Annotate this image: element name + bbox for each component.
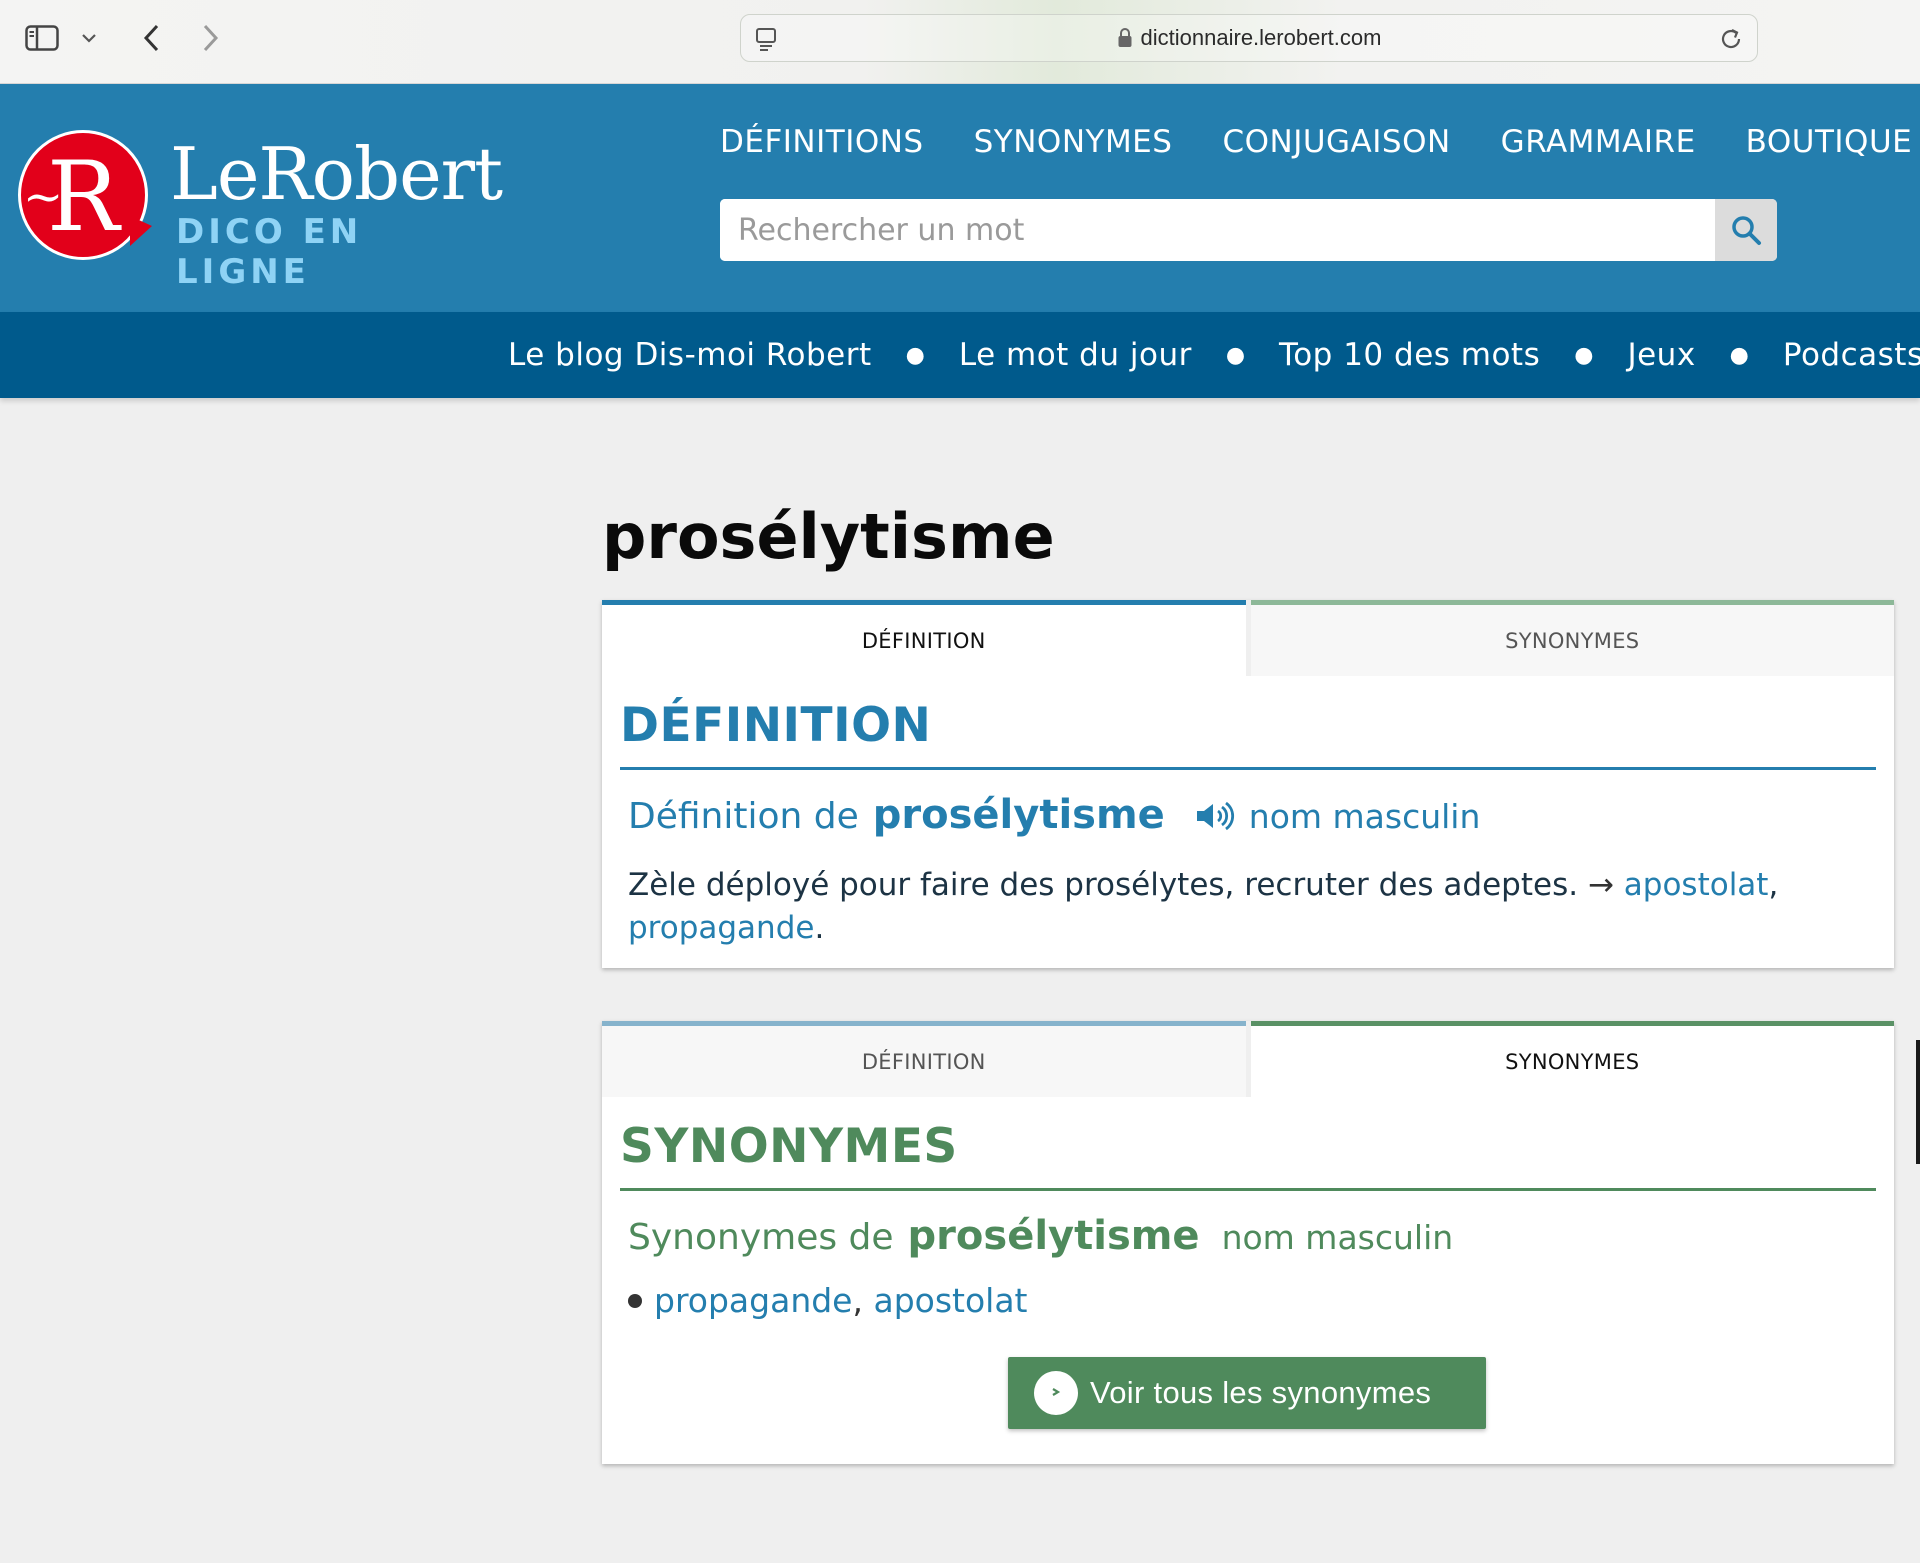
synonyms-word: prosélytisme [907, 1213, 1200, 1259]
search-input[interactable] [720, 199, 1715, 261]
chevron-right-icon [203, 24, 219, 52]
tab-group-menu-button[interactable] [78, 22, 100, 54]
list-bullet [628, 1293, 642, 1308]
speaker-icon[interactable] [1195, 800, 1235, 836]
main-nav: DÉFINITIONS SYNONYMES CONJUGAISON GRAMMA… [720, 124, 1912, 160]
definition-entry-line: Définition de prosélytisme nom masculin [628, 792, 1894, 838]
page-title: prosélytisme [602, 500, 1055, 573]
definition-end: . [814, 910, 825, 946]
see-also-arrow: → [1587, 867, 1614, 903]
back-button[interactable] [136, 22, 166, 54]
url-text: dictionnaire.lerobert.com [1140, 25, 1382, 50]
logo-badge: ~ R [18, 130, 148, 260]
tab-definition[interactable]: DÉFINITION [602, 1021, 1246, 1097]
le-robert-logo[interactable]: ~ R LeRobert DICO EN LIGNE [18, 130, 503, 292]
nav-conjugaison[interactable]: CONJUGAISON [1222, 124, 1450, 160]
subnav-separator: ● [1574, 342, 1594, 368]
link-apostolat[interactable]: apostolat [1624, 867, 1769, 903]
synonyms-list: propagande, apostolat [628, 1281, 1894, 1320]
definition-part-of-speech: nom masculin [1248, 797, 1481, 836]
scroll-edge-widget [1916, 1040, 1920, 1164]
sidebar-toggle-button[interactable] [24, 22, 60, 54]
site-header: ~ R LeRobert DICO EN LIGNE DÉFINITIONS S… [0, 84, 1920, 312]
chevron-down-icon [82, 34, 96, 43]
sidebar-icon [25, 25, 59, 51]
subnav-separator: ● [1225, 342, 1246, 368]
subnav-separator: ● [1729, 342, 1749, 368]
definition-text: Zèle déployé pour faire des prosélytes, … [628, 864, 1854, 950]
nav-boutique[interactable]: BOUTIQUE [1746, 124, 1913, 160]
subnav-blog[interactable]: Le blog Dis-moi Robert [508, 337, 872, 373]
logo-letter: R [47, 141, 120, 253]
address-bar[interactable]: dictionnaire.lerobert.com [740, 14, 1758, 62]
search-button[interactable] [1715, 199, 1777, 261]
lock-icon [1118, 28, 1132, 47]
search-icon [1732, 216, 1761, 245]
secondary-nav: Le blog Dis-moi Robert ● Le mot du jour … [0, 312, 1920, 398]
tab-synonymes[interactable]: SYNONYMES [1250, 600, 1894, 676]
synonyms-heading: SYNONYMES [620, 1119, 1876, 1191]
browser-toolbar: dictionnaire.lerobert.com [0, 0, 1920, 84]
subnav-mot-du-jour[interactable]: Le mot du jour [959, 337, 1192, 373]
synonym-propagande[interactable]: propagande [654, 1281, 852, 1320]
definition-card-tabs: DÉFINITION SYNONYMES [602, 600, 1894, 676]
synonym-apostolat[interactable]: apostolat [873, 1281, 1027, 1320]
subnav-podcasts[interactable]: Podcasts et vi [1783, 337, 1920, 373]
reload-icon [1721, 29, 1741, 49]
synonyms-part-of-speech: nom masculin [1221, 1218, 1454, 1257]
url-display: dictionnaire.lerobert.com [1117, 25, 1382, 51]
see-all-synonyms-label: Voir tous les synonymes [1090, 1375, 1432, 1410]
definition-body: Zèle déployé pour faire des prosélytes, … [628, 867, 1579, 903]
nav-synonymes[interactable]: SYNONYMES [974, 124, 1173, 160]
forward-button[interactable] [196, 22, 226, 54]
link-separator: , [1768, 867, 1779, 903]
synonyms-card: DÉFINITION SYNONYMES SYNONYMES Synonymes… [602, 1021, 1894, 1464]
reload-button[interactable] [1719, 26, 1743, 56]
link-propagande[interactable]: propagande [628, 910, 814, 946]
nav-grammaire[interactable]: GRAMMAIRE [1501, 124, 1696, 160]
definition-heading: DÉFINITION [620, 698, 1876, 770]
definition-prefix: Définition de [628, 796, 859, 837]
nav-definitions[interactable]: DÉFINITIONS [720, 124, 924, 160]
synonyms-card-tabs: DÉFINITION SYNONYMES [602, 1021, 1894, 1097]
synonyms-prefix: Synonymes de [628, 1217, 894, 1258]
search-box [720, 199, 1777, 261]
definition-word: prosélytisme [872, 792, 1165, 838]
chevron-right-circle-icon [1034, 1371, 1078, 1415]
logo-tail [130, 216, 152, 246]
reader-icon[interactable] [755, 27, 777, 57]
tab-definition[interactable]: DÉFINITION [602, 600, 1246, 676]
subnav-jeux[interactable]: Jeux [1627, 337, 1695, 373]
subnav-top-10[interactable]: Top 10 des mots [1279, 337, 1540, 373]
definition-card: DÉFINITION SYNONYMES DÉFINITION Définiti… [602, 600, 1894, 968]
logo-brand: LeRobert [170, 132, 503, 216]
chevron-left-icon [143, 24, 159, 52]
logo-subtitle: DICO EN LIGNE [176, 212, 363, 292]
see-all-synonyms-button[interactable]: Voir tous les synonymes [1008, 1357, 1486, 1429]
tab-synonymes[interactable]: SYNONYMES [1250, 1021, 1894, 1097]
subnav-separator: ● [905, 342, 925, 368]
synonyms-entry-line: Synonymes de prosélytisme nom masculin [628, 1213, 1894, 1259]
synonym-separator: , [852, 1281, 863, 1320]
